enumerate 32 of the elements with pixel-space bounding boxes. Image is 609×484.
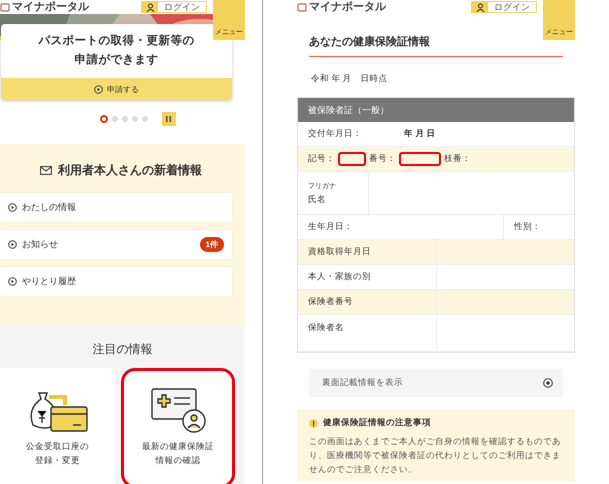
notice-title: 健康保険証情報の注意事項 <box>323 417 431 429</box>
field-label: 性別： <box>512 220 542 233</box>
section-title: 利用者本人さんの新着情報 <box>58 162 202 179</box>
field-label: 保険者番号 <box>298 290 437 314</box>
app-logo-text: マイナポータル <box>12 0 89 14</box>
field-label: 記号： <box>308 153 335 165</box>
feature-card[interactable]: 公金受取口座の登録・変更 <box>0 368 114 484</box>
field-value: 年 月 日 <box>404 128 436 140</box>
as-of-date: 令和 年 月 日時点 <box>311 73 389 85</box>
news-item[interactable]: わたしの情報 <box>0 193 232 222</box>
field-label: 番号： <box>369 153 396 165</box>
section-title: 注目の情報 <box>92 341 154 358</box>
app-logo-text: マイナポータル <box>309 0 386 14</box>
field-label: 本人・家族の別 <box>298 265 437 289</box>
banner-title: パスポートの取得・更新等の申請ができます <box>37 33 196 68</box>
field-label: 交付年月日： <box>308 128 363 140</box>
field-label: 保険者名 <box>298 315 437 351</box>
news-item[interactable]: やりとり履歴 <box>0 267 232 296</box>
count-badge: 1件 <box>200 237 224 252</box>
expand-button[interactable]: 裏面記載情報を表示 <box>309 369 563 397</box>
login-button[interactable]: ログイン <box>471 1 537 13</box>
login-button[interactable]: ログイン <box>141 1 207 13</box>
feature-card[interactable]: 最新の健康保険証情報の確認 <box>120 368 235 484</box>
field-label: 資格取得年月日 <box>298 240 437 264</box>
field-label: 氏名 <box>308 194 327 206</box>
field-label: 枝番： <box>444 153 471 165</box>
news-item[interactable]: お知らせ 1件 <box>0 230 232 259</box>
field-label: 生年月日： <box>298 215 504 239</box>
notice-text: この画面はあくまでご本人がご自身の情報を確認するものであり、医療機関等で被保険者証の代わりとしてのご利用はできませんのでご注意ください。 <box>309 435 562 476</box>
apply-button[interactable]: 申請する <box>1 78 232 100</box>
card-heading: 被保険者証（一般） <box>298 98 574 122</box>
page-title: あなたの健康保険証情報 <box>309 34 563 57</box>
